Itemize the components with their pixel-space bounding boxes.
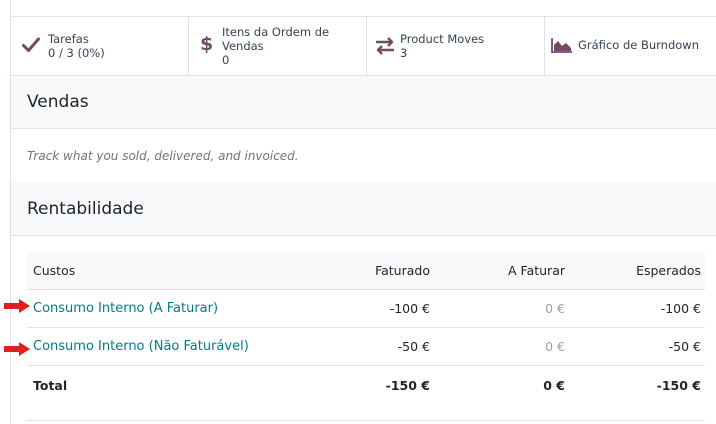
- transfer-arrows-icon: [374, 37, 396, 59]
- burndown-chart-label: Gráfico de Burndown: [578, 38, 699, 52]
- sales-order-items-value: 0: [222, 53, 230, 67]
- row-expected: -100 €: [660, 301, 701, 316]
- profitability-section-title: Rentabilidade: [27, 199, 144, 219]
- table-total-row: Total -150 € 0 € -150 €: [27, 366, 705, 404]
- product-moves-label: Product Moves: [400, 32, 485, 46]
- tasks-smart-button[interactable]: Tarefas 0 / 3 (0%): [11, 17, 189, 75]
- internal-consumption-non-billable-link[interactable]: Consumo Interno (Não Faturável): [33, 328, 249, 365]
- sales-section-note: Track what you sold, delivered, and invo…: [27, 149, 299, 163]
- burndown-chart-smart-button[interactable]: Gráfico de Burndown: [545, 17, 716, 75]
- check-icon: [22, 37, 40, 57]
- table-bottom-divider: [27, 420, 705, 421]
- row-expected: -50 €: [668, 339, 701, 354]
- row-to-invoice: 0 €: [545, 339, 565, 354]
- header-to-invoice: A Faturar: [508, 263, 565, 278]
- total-expected: -150 €: [656, 377, 701, 393]
- dollar-icon: $: [200, 33, 214, 55]
- header-invoiced: Faturado: [375, 263, 430, 278]
- table-row: Consumo Interno (Não Faturável) -50 € 0 …: [27, 328, 705, 366]
- row-to-invoice: 0 €: [545, 301, 565, 316]
- internal-consumption-to-invoice-link[interactable]: Consumo Interno (A Faturar): [33, 290, 218, 327]
- product-moves-value: 3: [400, 46, 408, 60]
- profitability-table: Custos Faturado A Faturar Esperados Cons…: [27, 252, 705, 404]
- sales-section-title: Vendas: [27, 92, 89, 112]
- sales-order-items-label-line1: Itens da Ordem de: [222, 25, 330, 39]
- sales-order-items-smart-button[interactable]: $ Itens da Ordem de Vendas 0: [189, 17, 367, 75]
- total-to-invoice: 0 €: [543, 377, 565, 393]
- tasks-value: 0 / 3 (0%): [48, 46, 105, 60]
- profitability-section-header: Rentabilidade: [11, 182, 716, 236]
- table-header-row: Custos Faturado A Faturar Esperados: [27, 252, 705, 290]
- product-moves-smart-button[interactable]: Product Moves 3: [367, 17, 545, 75]
- smart-buttons-bar: Tarefas 0 / 3 (0%) $ Itens da Ordem de V…: [11, 16, 716, 76]
- left-gutter: [0, 0, 10, 424]
- sales-section-header: Vendas: [11, 76, 716, 129]
- row-invoiced: -50 €: [397, 339, 430, 354]
- tasks-label: Tarefas: [48, 32, 89, 46]
- red-arrow-icon: [4, 342, 30, 356]
- area-chart-icon: [551, 37, 573, 57]
- red-arrow-icon: [4, 299, 30, 313]
- header-costs: Custos: [33, 263, 76, 278]
- row-invoiced: -100 €: [389, 301, 430, 316]
- sales-order-items-label-line2: Vendas: [222, 39, 264, 53]
- total-label: Total: [33, 377, 68, 393]
- header-expected: Esperados: [636, 263, 701, 278]
- table-row: Consumo Interno (A Faturar) -100 € 0 € -…: [27, 290, 705, 328]
- total-invoiced: -150 €: [385, 377, 430, 393]
